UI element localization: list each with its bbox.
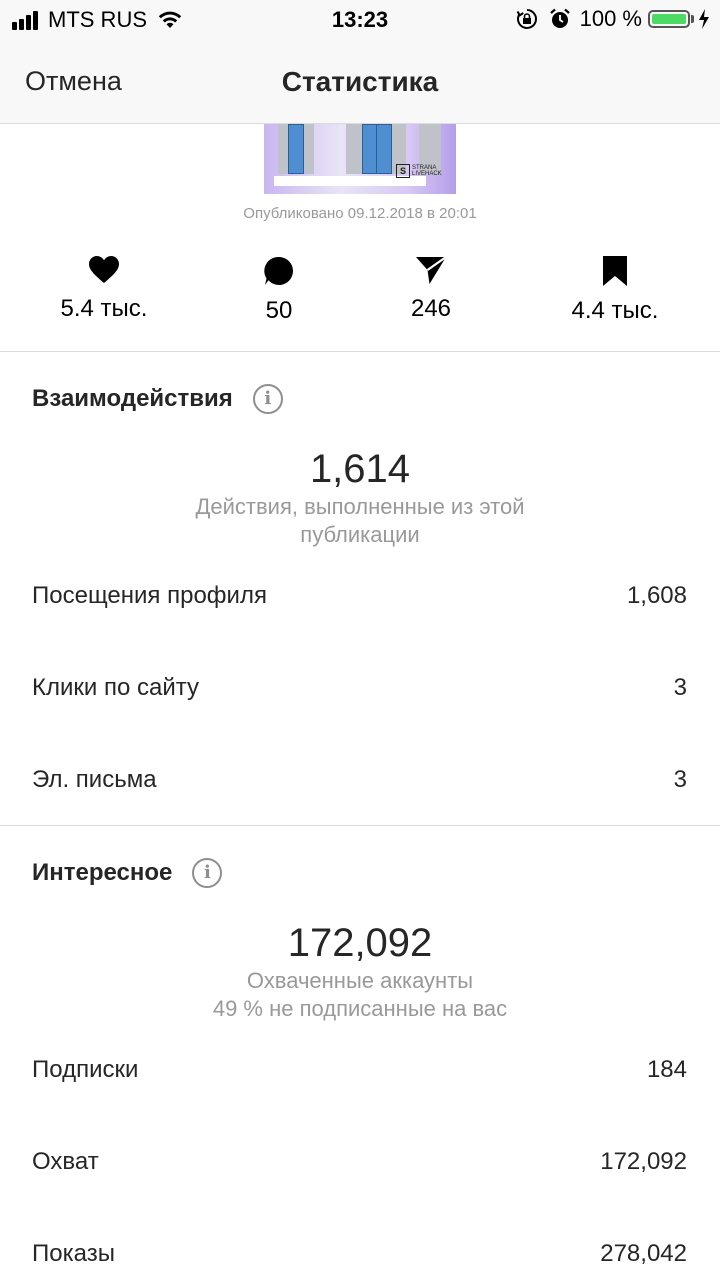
stat-value: 3: [673, 766, 687, 793]
battery-tip: [691, 15, 694, 23]
saves-counter: 4.4 тыс.: [535, 255, 695, 325]
comment-icon: [264, 256, 293, 285]
interactions-caption: Действия, выполненные из этой публикации: [195, 494, 525, 547]
battery-icon: [648, 10, 690, 28]
bookmark-icon: [603, 256, 627, 286]
charging-bolt-icon: [699, 9, 709, 29]
stat-value: 278,042: [600, 1240, 687, 1267]
brand-logo: S STRANA LIVEHACK: [396, 164, 442, 178]
post-counters: 5.4 тыс. 50 246 4.4 тыс.: [0, 255, 720, 351]
stat-label: Клики по сайту: [32, 674, 199, 701]
stat-label: Эл. письма: [32, 766, 157, 793]
info-icon[interactable]: i: [252, 384, 283, 414]
shares-count: 246: [410, 295, 452, 322]
comments-counter: 50: [199, 255, 359, 325]
orientation-lock-icon: [516, 9, 537, 29]
discovery-title-text: Интересное: [32, 859, 173, 886]
likes-count: 5.4 тыс.: [60, 295, 148, 322]
stat-row-reach: Охват 172,092: [32, 1148, 687, 1188]
interactions-title-text: Взаимодействия: [32, 385, 233, 412]
discovery-section-title: Интересное i: [32, 858, 223, 888]
stat-row-follows: Подписки 184: [32, 1056, 687, 1096]
interactions-total: 1,614: [309, 447, 411, 491]
divider: [0, 825, 720, 826]
stat-value: 3: [673, 674, 687, 701]
alarm-icon: [549, 8, 570, 28]
info-icon[interactable]: i: [192, 858, 223, 888]
stat-label: Показы: [32, 1240, 115, 1267]
status-bar: MTS RUS 13:23 100 %: [0, 0, 720, 40]
stat-label: Подписки: [32, 1056, 139, 1083]
stat-row-emails: Эл. письма 3: [32, 766, 687, 806]
heart-icon: [89, 256, 119, 283]
stat-value: 172,092: [600, 1148, 687, 1175]
stat-row-profile-visits: Посещения профиля 1,608: [32, 582, 687, 622]
nav-bar: Отмена Статистика: [0, 40, 720, 124]
stat-value: 184: [646, 1056, 687, 1083]
stat-row-impressions: Показы 278,042: [32, 1240, 687, 1280]
page-title: Статистика: [281, 66, 439, 97]
interactions-section-title: Взаимодействия i: [32, 384, 283, 414]
stat-row-website-clicks: Клики по сайту 3: [32, 674, 687, 714]
published-date: Опубликовано 09.12.2018 в 20:01: [243, 205, 477, 222]
stat-value: 1,608: [626, 582, 687, 609]
saves-count: 4.4 тыс.: [571, 297, 659, 324]
discovery-total: 172,092: [287, 921, 433, 965]
discovery-caption: Охваченные аккаунты: [246, 968, 474, 993]
shares-counter: 246: [351, 255, 511, 323]
battery-percent: 100 %: [579, 6, 642, 31]
stat-label: Посещения профиля: [32, 582, 267, 609]
stat-label: Охват: [32, 1148, 99, 1175]
send-icon: [416, 256, 447, 284]
divider: [0, 351, 720, 352]
likes-counter: 5.4 тыс.: [24, 255, 184, 323]
post-thumbnail[interactable]: S STRANA LIVEHACK: [264, 124, 456, 194]
insights-screen: MTS RUS 13:23 100 % Отмена Статистика S …: [0, 0, 720, 1280]
comments-count: 50: [265, 297, 293, 324]
status-right: 100 %: [516, 6, 710, 32]
discovery-caption-secondary: 49 % не подписанные на вас: [212, 996, 508, 1021]
